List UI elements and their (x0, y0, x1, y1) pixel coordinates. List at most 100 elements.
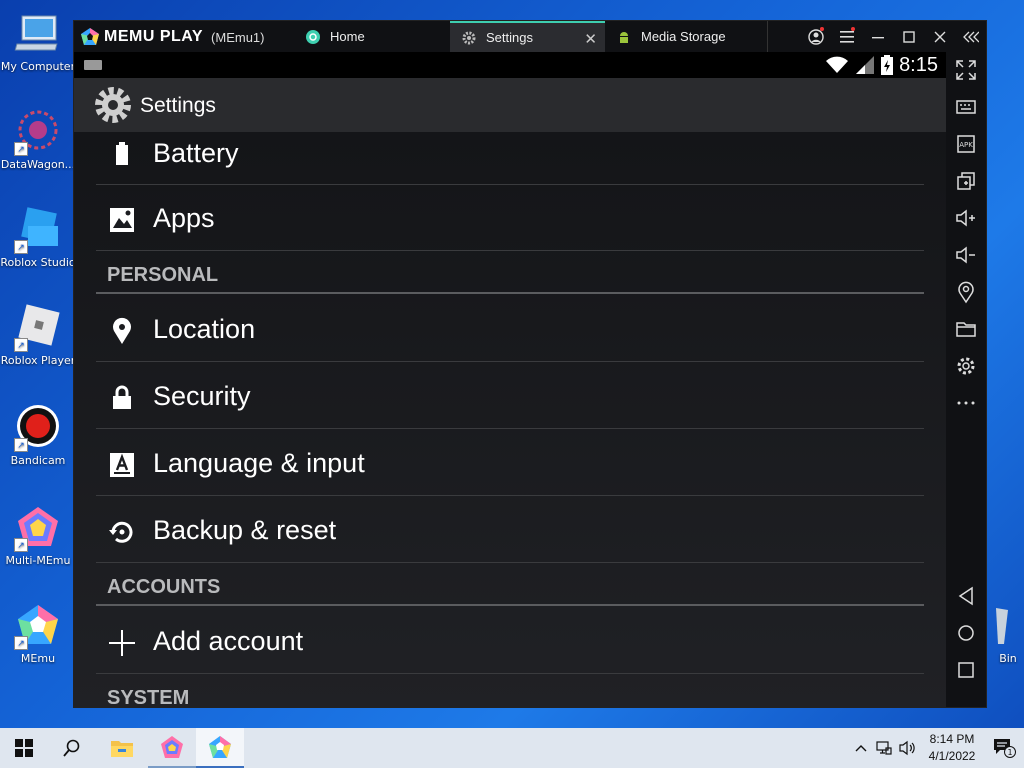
tab-label: Media Storage (641, 29, 726, 44)
status-time: 8:15 (899, 53, 938, 76)
more-icon[interactable] (954, 391, 978, 415)
backup-restore-icon (109, 521, 133, 543)
volume-down-icon[interactable] (954, 243, 978, 267)
window-controls (800, 21, 986, 52)
fullscreen-icon[interactable] (954, 58, 978, 82)
settings-item-label: Battery (153, 138, 239, 168)
shortcut-arrow-icon: ↗ (14, 636, 28, 650)
desktop-icon-my-computer[interactable]: My Computer (0, 10, 76, 73)
memu-logo: MEMU PLAY (MEmu1) (80, 27, 264, 47)
roblox-studio-icon: ↗ (14, 206, 62, 254)
tab-home[interactable]: Home (298, 21, 456, 52)
battery-charging-icon (881, 55, 894, 75)
desktop-icon-label: Multi-MEmu (5, 554, 71, 567)
location-pin-icon (113, 317, 131, 344)
android-screen: 8:15 Settings Battery Apps PERSONAL Loca… (74, 52, 946, 707)
desktop-icon-roblox-studio[interactable]: ↗ Roblox Studio (0, 206, 76, 269)
desktop-icon-roblox-player[interactable]: ↗ Roblox Player (0, 304, 76, 367)
system-tray: 8:14 PM 4/1/2022 1 (850, 728, 1024, 768)
bandicam-icon: ↗ (14, 404, 62, 452)
action-center-button[interactable]: 1 (984, 728, 1024, 768)
section-header-personal: PERSONAL (96, 254, 924, 294)
desktop-icon-label: MEmu (20, 652, 56, 665)
lock-icon (113, 385, 131, 409)
multi-window-icon[interactable] (954, 169, 978, 193)
minimize-button[interactable] (862, 21, 893, 52)
settings-item-battery[interactable]: Battery (96, 116, 924, 185)
wifi-icon (826, 56, 849, 73)
title-bar: MEMU PLAY (MEmu1) Home Settings ✕ Media … (74, 21, 986, 52)
keyboard-mapping-icon[interactable] (954, 95, 978, 119)
desktop-icon-memu[interactable]: ↗ MEmu (0, 602, 76, 665)
account-icon[interactable] (800, 21, 831, 52)
settings-item-label: Add account (153, 626, 304, 656)
chevron-up-icon (855, 745, 867, 752)
folder-icon[interactable] (954, 317, 978, 341)
taskbar-clock[interactable]: 8:14 PM 4/1/2022 (920, 731, 984, 765)
volume-up-icon[interactable] (954, 206, 978, 230)
settings-item-label: Location (153, 314, 256, 344)
file-explorer-icon (111, 741, 133, 757)
brand-name: MEMU PLAY (104, 28, 204, 45)
apps-icon (110, 208, 134, 232)
shortcut-arrow-icon: ↗ (14, 142, 28, 156)
settings-item-add-account[interactable]: Add account (96, 608, 924, 674)
section-header-label: SYSTEM (107, 687, 190, 707)
collapse-sidebar-icon[interactable] (955, 21, 986, 52)
taskbar-file-explorer[interactable] (98, 728, 146, 768)
tab-media-storage[interactable]: Media Storage (607, 21, 768, 52)
settings-item-apps[interactable]: Apps (96, 185, 924, 251)
volume-button[interactable] (896, 728, 920, 768)
section-header-system: SYSTEM (96, 677, 924, 707)
action-bar-title: Settings (140, 94, 216, 117)
maximize-button[interactable] (893, 21, 924, 52)
location-icon[interactable] (954, 280, 978, 304)
memu-icon (209, 736, 231, 758)
windows-icon (15, 739, 33, 757)
apk-install-icon[interactable]: APK (954, 132, 978, 156)
shortcut-arrow-icon: ↗ (14, 438, 28, 452)
menu-icon[interactable] (831, 21, 862, 52)
speaker-icon (899, 740, 915, 756)
notification-dot (851, 27, 855, 31)
taskbar-memu[interactable] (196, 728, 244, 768)
taskbar-multi-memu[interactable] (148, 728, 196, 768)
memu-logo-icon (81, 28, 99, 45)
section-header-label: PERSONAL (107, 264, 219, 286)
clock-time: 8:14 PM (929, 732, 975, 746)
back-icon[interactable] (954, 584, 978, 608)
android-icon (617, 30, 631, 44)
network-button[interactable] (872, 728, 896, 768)
search-button[interactable] (48, 728, 96, 768)
desktop-icon-label: My Computer (0, 60, 76, 73)
settings-item-location[interactable]: Location (96, 296, 924, 362)
settings-item-label: Security (153, 381, 251, 411)
roblox-player-icon: ↗ (14, 304, 62, 352)
section-header-accounts: ACCOUNTS (96, 566, 924, 606)
close-button[interactable] (924, 21, 955, 52)
settings-item-backup-reset[interactable]: Backup & reset (96, 497, 924, 563)
settings-item-security[interactable]: Security (96, 363, 924, 429)
gear-icon (462, 31, 476, 45)
notification-count: 1 (1007, 748, 1012, 757)
recent-apps-icon[interactable] (954, 658, 978, 682)
plus-icon (109, 630, 135, 656)
language-keyboard-icon (110, 453, 134, 477)
battery-icon (116, 142, 128, 165)
desktop-icon-bandicam[interactable]: ↗ Bandicam (0, 404, 76, 467)
desktop-icon-datawagon[interactable]: ↗ DataWagon... (0, 108, 76, 171)
multi-memu-icon: ↗ (14, 504, 62, 552)
show-hidden-icons-button[interactable] (850, 728, 872, 768)
settings-icon[interactable] (954, 354, 978, 378)
desktop-icon-multi-memu[interactable]: ↗ Multi-MEmu (0, 504, 76, 567)
start-button[interactable] (0, 728, 48, 768)
settings-item-language-input[interactable]: Language & input (96, 430, 924, 496)
close-tab-icon[interactable]: ✕ (584, 30, 597, 48)
status-bar: 8:15 (74, 52, 946, 78)
tab-settings[interactable]: Settings ✕ (450, 21, 605, 52)
settings-item-label: Language & input (153, 448, 365, 478)
shortcut-arrow-icon: ↗ (14, 240, 28, 254)
memu-window: MEMU PLAY (MEmu1) Home Settings ✕ Media … (74, 21, 986, 707)
home-icon[interactable] (954, 621, 978, 645)
settings-item-label: Backup & reset (153, 515, 337, 545)
